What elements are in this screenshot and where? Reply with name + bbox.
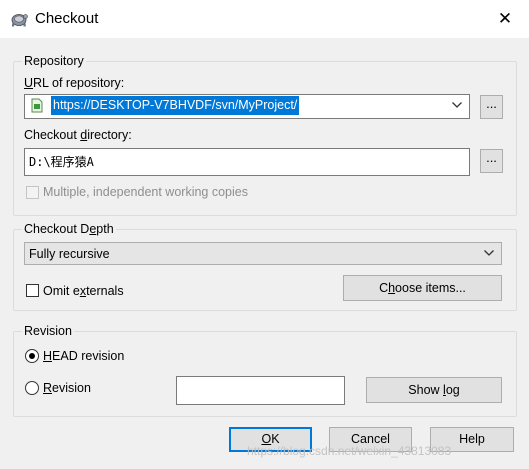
omit-externals-checkbox[interactable] [26,284,39,297]
revision-label: Revision [43,381,91,395]
repository-file-icon [31,98,43,113]
choose-items-button[interactable]: Choose items... [343,275,502,301]
url-combobox[interactable]: https://DESKTOP-V7BHVDF/svn/MyProject/ [24,94,470,119]
multiple-copies-checkbox[interactable] [26,186,39,199]
omit-externals-label: Omit externals [43,284,124,298]
radio-selected-dot [29,353,35,359]
chevron-down-icon[interactable] [483,247,495,259]
window-title: Checkout [35,10,99,27]
url-browse-button[interactable]: ... [480,95,503,119]
revision-group-label: Revision [22,324,74,338]
watermark-text: https://blog.csdn.net/weixin_43813083 [247,444,452,458]
checkout-directory-value: D:\程序猿A [29,155,94,169]
tortoise-icon [11,14,28,27]
checkout-directory-label: Checkout directory: [24,128,132,142]
repository-group-label: Repository [22,54,86,68]
revision-radio[interactable] [25,381,39,395]
chevron-down-icon[interactable] [451,99,463,111]
revision-number-input[interactable] [176,376,345,405]
title-bar: Checkout ✕ [0,0,529,38]
multiple-copies-label: Multiple, independent working copies [43,185,248,199]
checkout-directory-input[interactable]: D:\程序猿A [24,148,470,176]
head-revision-label: HEAD revision [43,349,125,363]
depth-select-value: Fully recursive [29,247,110,261]
directory-browse-button[interactable]: ... [480,149,503,173]
close-icon[interactable]: ✕ [490,6,520,32]
url-input-value[interactable]: https://DESKTOP-V7BHVDF/svn/MyProject/ [51,96,300,115]
show-log-button[interactable]: Show log [366,377,502,403]
depth-select[interactable]: Fully recursive [24,242,502,265]
head-revision-radio[interactable] [25,349,39,363]
checkout-depth-label: Checkout Depth [22,222,116,236]
url-label: URL of repository: [24,76,125,90]
